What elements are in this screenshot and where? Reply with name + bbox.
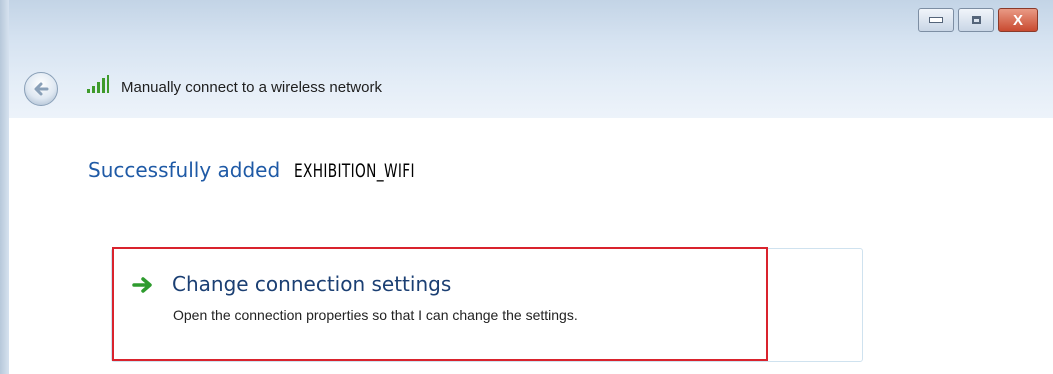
- close-button[interactable]: X: [998, 8, 1038, 32]
- success-message: Successfully added: [88, 158, 281, 182]
- wifi-signal-icon: [87, 75, 109, 93]
- option-description: Open the connection properties so that I…: [173, 307, 578, 323]
- highlight-annotation: [112, 247, 768, 361]
- window-left-border: [0, 0, 9, 374]
- minimize-button[interactable]: [918, 8, 954, 32]
- minimize-icon: [929, 17, 943, 23]
- window-title: Manually connect to a wireless network: [121, 79, 382, 96]
- success-heading: Successfully added EXHIBITION_WIFI: [88, 158, 462, 182]
- network-name: EXHIBITION_WIFI: [294, 160, 416, 182]
- maximize-icon: [971, 16, 981, 24]
- window-controls: X: [918, 8, 1038, 32]
- title-bar: [0, 0, 1053, 118]
- option-title[interactable]: Change connection settings: [172, 272, 451, 296]
- back-arrow-icon: [34, 82, 49, 96]
- maximize-button[interactable]: [958, 8, 994, 32]
- back-button[interactable]: [24, 72, 58, 106]
- close-icon: X: [1012, 11, 1023, 29]
- green-arrow-icon: [132, 277, 152, 293]
